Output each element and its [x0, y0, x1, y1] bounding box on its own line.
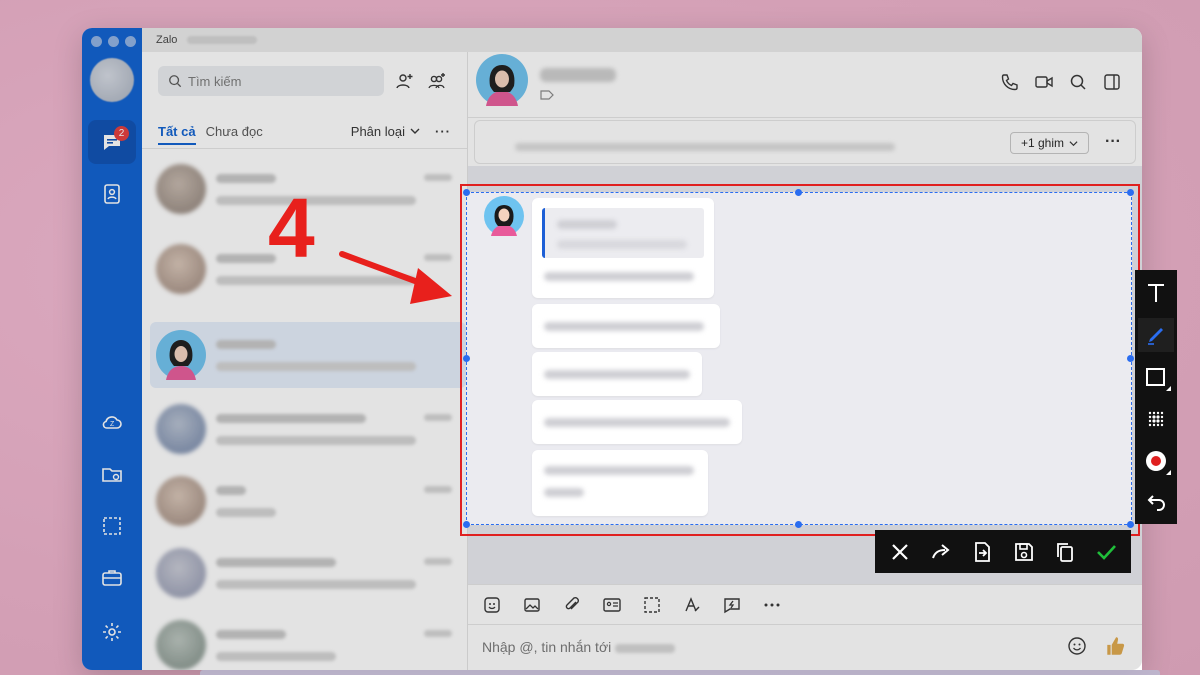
text-tool-button[interactable]: [1138, 276, 1174, 310]
checkmark-icon: [1097, 544, 1117, 560]
send-to-chat-button[interactable]: [966, 536, 998, 568]
rectangle-tool-button[interactable]: [1138, 360, 1174, 394]
red-color-dot-icon: [1146, 451, 1166, 471]
rectangle-tool-icon: [1146, 368, 1165, 386]
annotation-arrow-icon: [339, 251, 452, 304]
screenshot-tool-palette: [1135, 270, 1177, 524]
color-picker-button[interactable]: [1138, 444, 1174, 478]
save-screenshot-button[interactable]: [1008, 536, 1040, 568]
undo-button[interactable]: [1138, 486, 1174, 520]
text-tool-icon: [1148, 284, 1164, 302]
annotation-step-number: 4: [268, 181, 315, 275]
color-options-indicator: [1166, 470, 1171, 475]
dock-edge: [200, 670, 1160, 675]
annotation-highlight-box: [460, 184, 1140, 536]
share-forward-icon: [932, 543, 950, 558]
pen-tool-button[interactable]: [1138, 318, 1174, 352]
screenshot-action-bar: [875, 530, 1131, 573]
cancel-screenshot-button[interactable]: [884, 536, 916, 568]
mosaic-blur-icon: [1148, 411, 1164, 427]
pen-tool-icon: [1148, 328, 1163, 345]
rectangle-options-indicator: [1166, 386, 1171, 391]
copy-icon: [1057, 542, 1073, 562]
share-screenshot-button[interactable]: [925, 536, 957, 568]
send-file-icon: [975, 541, 991, 562]
undo-icon: [1147, 495, 1165, 511]
save-disk-icon: [1014, 542, 1033, 561]
confirm-screenshot-button[interactable]: [1090, 536, 1122, 568]
close-icon: [891, 543, 908, 560]
copy-screenshot-button[interactable]: [1049, 536, 1081, 568]
mosaic-tool-button[interactable]: [1138, 402, 1174, 436]
